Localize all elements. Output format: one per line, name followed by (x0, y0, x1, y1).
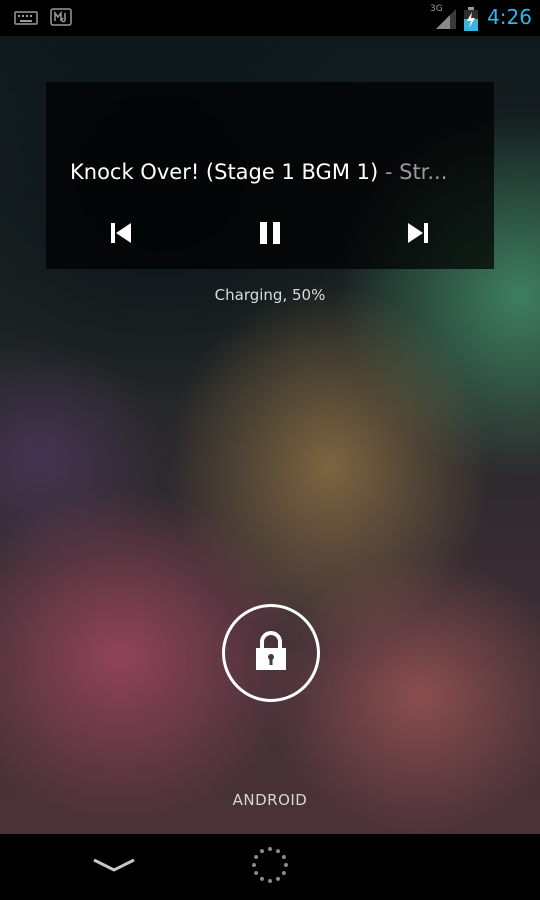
status-bar: 3G 4:26 (0, 0, 540, 36)
now-playing-text: Knock Over! (Stage 1 BGM 1) - Str... (70, 160, 480, 184)
track-title: Knock Over! (Stage 1 BGM 1) (70, 160, 379, 184)
pause-button[interactable] (250, 220, 290, 250)
battery-charging-icon (464, 7, 478, 31)
track-separator: - (378, 160, 400, 184)
signal-icon (436, 9, 456, 29)
music-widget[interactable]: Knock Over! (Stage 1 BGM 1) - Str... (46, 82, 494, 269)
track-artist: Str... (399, 160, 448, 184)
loading-spinner-icon (250, 845, 290, 889)
unlock-handle[interactable] (222, 604, 320, 702)
carrier-label: ANDROID (232, 791, 308, 809)
next-track-button[interactable] (398, 220, 438, 250)
next-icon (407, 222, 429, 248)
padlock-icon (254, 631, 288, 675)
previous-track-button[interactable] (101, 220, 141, 250)
music-app-icon (50, 8, 72, 26)
chevron-down-icon (92, 856, 136, 878)
navigation-bar (0, 834, 540, 900)
previous-icon (110, 222, 132, 248)
search-assist-button[interactable] (240, 846, 300, 888)
lockscreen: 3G 4:26 Knock Over! (Stage 1 BGM 1) - St… (0, 0, 540, 900)
charging-status: Charging, 50% (214, 286, 326, 304)
clock-time: 4:26 (487, 5, 532, 29)
keyboard-icon (14, 10, 38, 25)
hide-keyboard-button[interactable] (84, 846, 144, 888)
pause-icon (258, 221, 282, 249)
